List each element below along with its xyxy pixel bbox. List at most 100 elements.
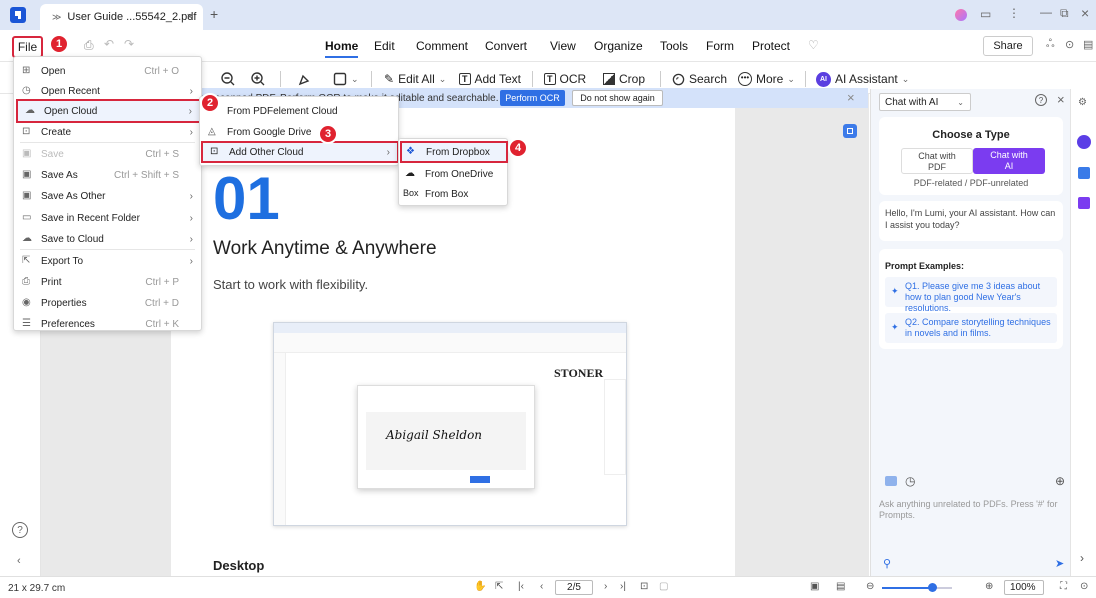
menu-item-google-drive[interactable]: ◬ From Google Drive: [200, 121, 398, 143]
add-text-button[interactable]: T Add Text: [459, 69, 521, 89]
users-icon[interactable]: ஃ: [1046, 38, 1055, 52]
tab-form[interactable]: Form: [706, 39, 734, 53]
attachment-icon[interactable]: [885, 476, 897, 486]
page-layout-icon[interactable]: ▣: [810, 581, 819, 592]
menu-item-box[interactable]: Box From Box: [399, 183, 507, 205]
share-button[interactable]: Share: [983, 36, 1033, 56]
tab-convert[interactable]: Convert: [485, 39, 527, 53]
menu-item-preferences[interactable]: ☰ Preferences Ctrl + K: [14, 313, 201, 335]
single-page-icon[interactable]: ▢: [659, 581, 668, 592]
select-tool-icon[interactable]: ⇱: [495, 581, 503, 592]
history-icon[interactable]: ◷: [905, 474, 915, 488]
tab-edit[interactable]: Edit: [374, 39, 395, 53]
menu-item-open-recent[interactable]: ◷ Open Recent ›: [14, 80, 201, 102]
menu-item-dropbox[interactable]: ❖ From Dropbox: [400, 141, 508, 163]
menu-item-save-in-recent-folder[interactable]: ▭ Save in Recent Folder ›: [14, 207, 201, 229]
chat-with-ai-option[interactable]: Chat with AI: [973, 148, 1045, 174]
close-window-icon[interactable]: ×: [1081, 5, 1089, 21]
help-icon[interactable]: ?: [12, 522, 28, 538]
menu-item-save-as-other[interactable]: ▣ Save As Other ›: [14, 185, 201, 207]
last-page-icon[interactable]: ›|: [620, 581, 626, 592]
first-page-icon[interactable]: |‹: [518, 581, 524, 592]
redo-icon[interactable]: ↷: [124, 37, 134, 51]
menu-dots-icon[interactable]: ⋮: [1008, 6, 1020, 20]
menu-item-save-as[interactable]: ▣ Save As Ctrl + Shift + S: [14, 164, 201, 186]
menu-item-export-to[interactable]: ⇱ Export To ›: [14, 250, 201, 272]
fullscreen-icon[interactable]: ⛶: [1060, 581, 1067, 592]
ai-mode-select[interactable]: Chat with AI ⌄: [879, 93, 971, 111]
menu-item-save[interactable]: ▣ Save Ctrl + S: [14, 143, 201, 165]
zoom-in-status-icon[interactable]: ⊕: [985, 581, 993, 592]
tab-protect[interactable]: Protect: [752, 39, 790, 53]
zoom-in-icon[interactable]: [251, 69, 265, 89]
document-tab[interactable]: ≫ User Guide ...55542_2.pdf ×: [40, 4, 203, 30]
crop-button[interactable]: Crop: [603, 69, 645, 89]
message-icon[interactable]: ▭: [980, 7, 991, 21]
menu-item-pdfelement-cloud[interactable]: From PDFelement Cloud: [200, 100, 398, 122]
minimize-icon[interactable]: —: [1040, 5, 1052, 19]
tab-view[interactable]: View: [550, 39, 576, 53]
chat-with-pdf-option[interactable]: Chat with PDF: [901, 148, 973, 174]
menu-item-create[interactable]: ⊡ Create ›: [14, 121, 201, 143]
fit-page-icon[interactable]: ⊡: [640, 581, 648, 592]
tab-tools[interactable]: Tools: [660, 39, 688, 53]
zoom-out-status-icon[interactable]: ⊖: [866, 581, 874, 592]
tab-home[interactable]: Home: [325, 39, 358, 53]
perform-ocr-button[interactable]: Perform OCR: [500, 90, 565, 106]
upload-cloud-icon[interactable]: ⊙: [1065, 38, 1074, 51]
embedded-app-screenshot: STONER Abigail Sheldon: [273, 322, 627, 526]
next-page-icon[interactable]: ›: [604, 581, 607, 592]
menu-item-open-cloud[interactable]: ☁ Open Cloud ›: [16, 99, 201, 123]
new-tab-button[interactable]: +: [210, 6, 218, 22]
close-panel-icon[interactable]: ×: [1057, 92, 1065, 107]
highlight-icon[interactable]: [298, 69, 312, 89]
lightbulb-icon[interactable]: ♡: [808, 38, 819, 52]
help-icon[interactable]: ?: [1035, 94, 1047, 106]
prompt-example-1[interactable]: ✦ Q1. Please give me 3 ideas about how t…: [885, 277, 1057, 313]
tab-organize[interactable]: Organize: [594, 39, 643, 53]
menu-item-onedrive[interactable]: ☁ From OneDrive: [399, 163, 507, 185]
ai-robot-icon[interactable]: [1077, 135, 1091, 149]
prev-page-icon[interactable]: ‹: [540, 581, 543, 592]
menu-item-open[interactable]: ⊞ Open Ctrl + O: [14, 60, 201, 82]
send-icon[interactable]: ➤: [1055, 557, 1064, 570]
zoom-level-select[interactable]: 100%: [1004, 580, 1044, 595]
ocr-button[interactable]: T OCR: [544, 69, 586, 89]
tab-close-icon[interactable]: ×: [187, 11, 193, 23]
hand-tool-icon[interactable]: ✋: [474, 581, 486, 592]
more-button[interactable]: ••• More ⌄: [738, 69, 795, 89]
undo-icon[interactable]: ↶: [104, 37, 114, 51]
shape-icon[interactable]: ⌄: [333, 69, 359, 89]
zoom-slider-handle[interactable]: [928, 583, 937, 592]
page-number-input[interactable]: 2/5: [555, 580, 593, 595]
tab-comment[interactable]: Comment: [416, 39, 468, 53]
proofread-icon[interactable]: [1078, 197, 1090, 209]
menu-item-save-to-cloud[interactable]: ☁ Save to Cloud ›: [14, 228, 201, 250]
menu-item-add-other-cloud[interactable]: ⊡ Add Other Cloud ›: [201, 141, 399, 163]
ai-chat-input[interactable]: Ask anything unrelated to PDFs. Press '#…: [879, 499, 1059, 521]
menu-item-properties[interactable]: ◉ Properties Ctrl + D: [14, 292, 201, 314]
page-thumbnail-toggle-icon[interactable]: [843, 124, 857, 138]
location-pin-icon[interactable]: ⚲: [883, 557, 891, 570]
profile-avatar[interactable]: [955, 9, 967, 21]
print-quick-icon[interactable]: ⎙: [84, 38, 94, 53]
settings-sliders-icon[interactable]: ⚙: [1078, 97, 1087, 108]
new-chat-icon[interactable]: ⊕: [1055, 474, 1065, 488]
menu-item-print[interactable]: ⎙ Print Ctrl + P: [14, 271, 201, 293]
close-banner-icon[interactable]: ×: [847, 90, 855, 105]
collapse-left-icon[interactable]: ‹: [17, 555, 21, 567]
restore-icon[interactable]: ⧉: [1060, 6, 1069, 21]
translate-icon[interactable]: [1078, 167, 1090, 179]
panel-icon[interactable]: ▤: [1083, 38, 1093, 51]
collapse-right-icon[interactable]: ›: [1080, 551, 1084, 565]
settings-icon[interactable]: ⊙: [1080, 581, 1088, 592]
prompt-example-2[interactable]: ✦ Q2. Compare storytelling techniques in…: [885, 313, 1057, 343]
ai-assistant-button[interactable]: AI AI Assistant ⌄: [816, 69, 909, 89]
file-menu-button[interactable]: File: [12, 36, 43, 58]
edit-all-button[interactable]: ✎ Edit All ⌄: [384, 69, 446, 89]
view-mode-icon[interactable]: ▤: [836, 581, 845, 592]
zoom-slider[interactable]: [882, 583, 952, 592]
do-not-show-button[interactable]: Do not show again: [572, 90, 663, 106]
search-button[interactable]: Search: [672, 69, 727, 89]
zoom-out-icon[interactable]: [221, 69, 235, 89]
